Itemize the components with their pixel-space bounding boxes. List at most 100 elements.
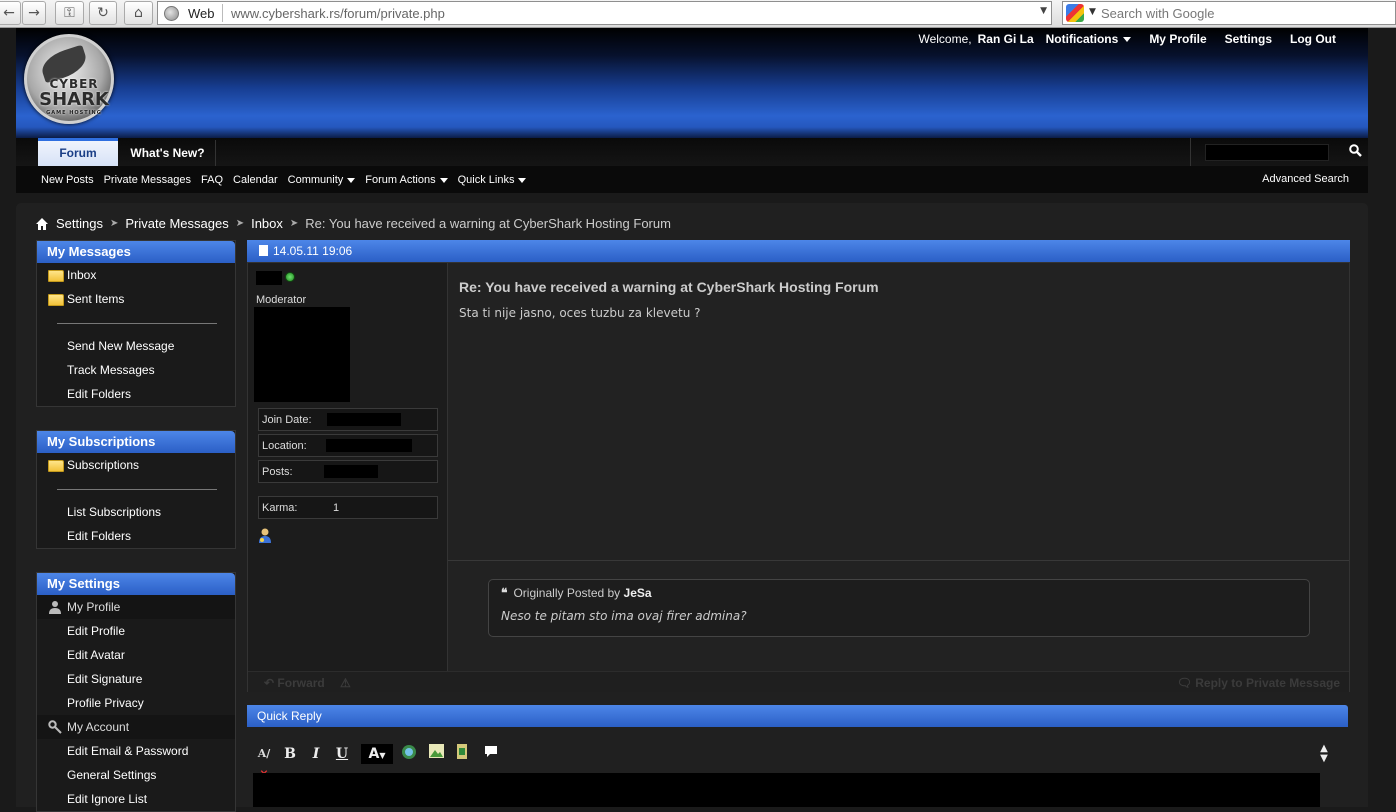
subnav-forum-actions[interactable]: Forum Actions [365, 174, 448, 186]
sidebar-item-edit-avatar[interactable]: Edit Avatar [37, 643, 235, 667]
breadcrumb-separator-icon: ➤ [109, 218, 119, 229]
logout-link[interactable]: Log Out [1290, 32, 1336, 46]
notifications-menu[interactable]: Notifications [1046, 32, 1132, 46]
advanced-search-link[interactable]: Advanced Search [1262, 173, 1349, 185]
browser-search-box[interactable]: ▼ Search with Google [1062, 1, 1396, 25]
posts-label: Posts: [262, 466, 293, 478]
forward-arrow-icon: ↶ [264, 676, 275, 690]
quote-author[interactable]: JeSa [624, 586, 652, 600]
document-icon [259, 245, 268, 256]
warning-icon[interactable]: ⚠ [340, 676, 351, 690]
key-icon [48, 720, 62, 734]
search-icon[interactable] [1349, 144, 1362, 157]
globe-icon [164, 6, 179, 21]
my-messages-block: My Messages Inbox Sent Items Send New Me… [36, 240, 236, 407]
redacted-username[interactable] [256, 271, 282, 285]
sidebar-item-general-settings[interactable]: General Settings [37, 763, 235, 787]
quote-header: ❝ Originally Posted by JeSa [501, 586, 652, 600]
forward-arrow-icon[interactable]: → [22, 1, 46, 25]
subnav-private-messages[interactable]: Private Messages [104, 174, 191, 186]
resize-icon[interactable]: ▲ ▼ [1317, 744, 1331, 764]
sidebar-item-edit-profile[interactable]: Edit Profile [37, 619, 235, 643]
video-icon[interactable] [453, 744, 471, 764]
sidebar-item-edit-ignore-list[interactable]: Edit Ignore List [37, 787, 235, 811]
chevron-down-icon[interactable]: ▼ [1040, 6, 1047, 16]
sidebar-item-profile-privacy[interactable]: Profile Privacy [37, 691, 235, 715]
home-icon[interactable]: ⌂ [124, 1, 153, 25]
sidebar-item-edit-folders-subs[interactable]: Edit Folders [37, 524, 235, 548]
sidebar-item-send-new-message[interactable]: Send New Message [37, 334, 235, 358]
breadcrumb-inbox[interactable]: Inbox [251, 216, 283, 231]
speech-bubble-icon[interactable] [482, 744, 500, 764]
chevron-down-icon[interactable]: ▼ [1089, 7, 1096, 17]
sidebar-item-track-messages[interactable]: Track Messages [37, 358, 235, 382]
subnav-faq[interactable]: FAQ [201, 174, 223, 186]
sidebar-item-list-subscriptions[interactable]: List Subscriptions [37, 500, 235, 524]
home-icon[interactable] [36, 217, 48, 230]
forward-button[interactable]: ↶ Forward [264, 676, 325, 690]
bold-button[interactable]: B [282, 744, 298, 764]
username-link[interactable]: Ran Gi La [978, 32, 1034, 46]
welcome-text: Welcome, [918, 32, 972, 46]
breadcrumb-private-messages[interactable]: Private Messages [125, 216, 228, 231]
breadcrumb-separator-icon: ➤ [235, 218, 245, 229]
profile-icon[interactable] [258, 527, 272, 543]
quick-reply-body: A/× B I U A▼ ▲▼ [247, 727, 1348, 807]
reply-button[interactable]: 🗨 Reply to Private Message [1177, 676, 1340, 690]
chevron-down-icon [439, 177, 448, 183]
forward-label: Forward [277, 676, 325, 690]
sidebar-item-subscriptions[interactable]: Subscriptions [37, 453, 235, 477]
browser-toolbar: ← → ⚿ ↻ ⌂ Web www.cybershark.rs/forum/pr… [0, 0, 1396, 28]
back-arrow-icon[interactable]: ← [0, 1, 21, 25]
quote-icon: ❝ [501, 586, 508, 600]
italic-button[interactable]: I [308, 744, 324, 764]
sidebar-item-edit-folders[interactable]: Edit Folders [37, 382, 235, 406]
sidebar-item-edit-signature[interactable]: Edit Signature [37, 667, 235, 691]
quote-text: Neso te pitam sto ima ovaj firer admina? [501, 609, 747, 623]
address-bar[interactable]: Web www.cybershark.rs/forum/private.php … [157, 1, 1052, 25]
cybershark-logo[interactable]: CYBER SHARK GAME HOSTING [24, 34, 114, 124]
reload-icon[interactable]: ↻ [89, 1, 117, 25]
my-subscriptions-title[interactable]: My Subscriptions [37, 431, 235, 453]
tab-forum[interactable]: Forum [38, 138, 118, 166]
quick-reply-editor[interactable] [253, 773, 1320, 807]
my-messages-title[interactable]: My Messages [37, 241, 235, 263]
quick-reply-header[interactable]: Quick Reply [247, 705, 1348, 727]
user-toplinks: Welcome, Ran Gi La Notifications My Prof… [910, 32, 1336, 46]
subnav-community[interactable]: Community [288, 174, 356, 186]
subnav-calendar[interactable]: Calendar [233, 174, 278, 186]
chevron-down-icon [347, 177, 356, 183]
font-color-button[interactable]: A▼ [361, 744, 393, 764]
breadcrumb-settings[interactable]: Settings [56, 216, 103, 231]
posts-field: Posts: [258, 460, 438, 483]
logo-text-shark: SHARK [39, 89, 109, 110]
underline-button[interactable]: U [334, 744, 350, 764]
sidebar-item-inbox[interactable]: Inbox [37, 263, 235, 287]
nav-search-input[interactable] [1205, 144, 1329, 161]
subnav-quick-links-label: Quick Links [457, 174, 515, 186]
settings-link[interactable]: Settings [1225, 32, 1272, 46]
remove-format-icon[interactable]: A/× [255, 744, 273, 780]
message-footer: ↶ Forward ⚠ 🗨 Reply to Private Message [248, 671, 1349, 692]
font-color-label: A [368, 746, 380, 762]
subnav-new-posts[interactable]: New Posts [41, 174, 94, 186]
content-area: Settings ➤ Private Messages ➤ Inbox ➤ Re… [16, 203, 1368, 812]
my-settings-block: My Settings My Profile Edit Profile Edit… [36, 572, 236, 812]
key-icon[interactable]: ⚿ [55, 1, 84, 25]
address-url[interactable]: www.cybershark.rs/forum/private.php [231, 6, 445, 21]
karma-field: Karma: 1 [258, 496, 438, 519]
message-title: Re: You have received a warning at Cyber… [459, 279, 879, 295]
google-icon[interactable] [1066, 4, 1084, 22]
tab-whats-new[interactable]: What's New? [120, 140, 216, 166]
avatar[interactable] [254, 307, 350, 402]
my-settings-title[interactable]: My Settings [37, 573, 235, 595]
image-icon[interactable] [427, 744, 445, 764]
my-profile-link[interactable]: My Profile [1149, 32, 1206, 46]
redacted-value [327, 413, 401, 426]
link-icon[interactable] [400, 744, 418, 764]
browser-search-input[interactable]: Search with Google [1101, 6, 1214, 21]
sidebar-item-edit-email-password[interactable]: Edit Email & Password [37, 739, 235, 763]
subnav-quick-links[interactable]: Quick Links [458, 174, 527, 186]
site-header: CYBER SHARK GAME HOSTING Welcome, Ran Gi… [16, 28, 1368, 138]
sidebar-item-sent-items[interactable]: Sent Items [37, 287, 235, 311]
